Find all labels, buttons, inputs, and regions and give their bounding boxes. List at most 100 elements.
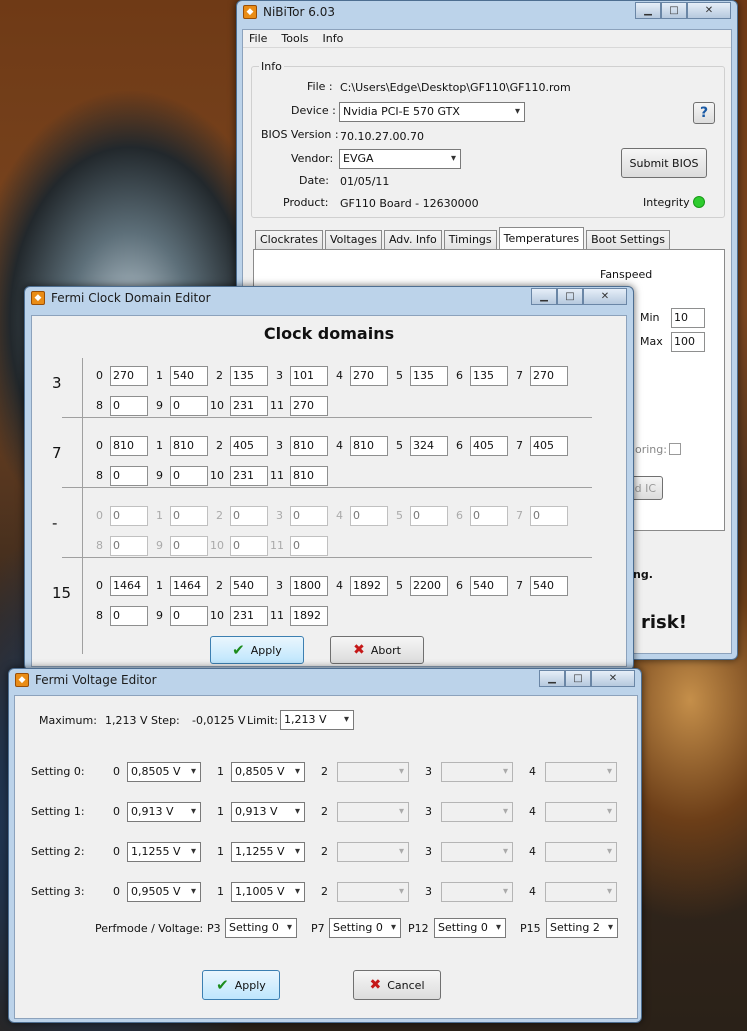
clock-value-input[interactable]: 0 — [170, 466, 208, 486]
abort-button[interactable]: ✖ Abort — [330, 636, 424, 664]
clock-value-input[interactable]: 270 — [350, 366, 388, 386]
clock-index-label: 10 — [210, 539, 224, 552]
clock-value-input[interactable]: 1892 — [350, 576, 388, 596]
minimize-button[interactable]: ▁ — [531, 288, 557, 305]
title-bar[interactable]: ◆ Fermi Clock Domain Editor ▁ □ ✕ — [25, 287, 633, 309]
voltage-select[interactable]: 1,1255 V — [127, 842, 201, 862]
monitoring-checkbox[interactable] — [669, 443, 681, 455]
clock-value-input[interactable]: 1800 — [290, 576, 328, 596]
close-button[interactable]: ✕ — [583, 288, 627, 305]
clock-value-input[interactable]: 540 — [170, 366, 208, 386]
clock-value-input[interactable]: 0 — [170, 396, 208, 416]
voltage-select[interactable]: 0,8505 V — [231, 762, 305, 782]
tab-adv-info[interactable]: Adv. Info — [383, 230, 442, 249]
menu-info[interactable]: Info — [323, 32, 344, 45]
clock-index-label: 9 — [156, 399, 163, 412]
fan-max-input[interactable]: 100 — [671, 332, 705, 352]
voltage-select[interactable]: 0,913 V — [127, 802, 201, 822]
clock-value-input[interactable]: 1464 — [110, 576, 148, 596]
clock-index-label: 1 — [156, 579, 163, 592]
row-divider — [62, 487, 592, 488]
perfmode-select[interactable]: Setting 0 — [434, 918, 506, 938]
menu-file[interactable]: File — [249, 32, 267, 45]
slot-index-label: 0 — [113, 805, 120, 818]
voltage-select — [337, 842, 409, 862]
voltage-select — [337, 882, 409, 902]
minimize-button[interactable]: ▁ — [539, 670, 565, 687]
clock-value-input[interactable]: 810 — [170, 436, 208, 456]
voltage-select[interactable]: 1,1255 V — [231, 842, 305, 862]
clock-value-input[interactable]: 231 — [230, 396, 268, 416]
clock-value-input[interactable]: 135 — [230, 366, 268, 386]
close-button[interactable]: ✕ — [687, 2, 731, 19]
tab-voltages[interactable]: Voltages — [324, 230, 382, 249]
clock-value-input: 0 — [110, 536, 148, 556]
vendor-select[interactable]: EVGA — [339, 149, 461, 169]
voltage-select[interactable]: 0,9505 V — [127, 882, 201, 902]
clock-value-input: 0 — [170, 506, 208, 526]
clock-value-input[interactable]: 231 — [230, 466, 268, 486]
clock-value-input[interactable]: 270 — [530, 366, 568, 386]
maximize-button[interactable]: □ — [661, 2, 687, 19]
tab-clockrates[interactable]: Clockrates — [255, 230, 323, 249]
title-bar[interactable]: ◆ NiBiTor 6.03 ▁ □ ✕ — [237, 1, 737, 23]
maximize-button[interactable]: □ — [565, 670, 591, 687]
voltage-select[interactable]: 0,8505 V — [127, 762, 201, 782]
clock-value-input[interactable]: 405 — [470, 436, 508, 456]
close-button[interactable]: ✕ — [591, 670, 635, 687]
clock-value-input[interactable]: 540 — [470, 576, 508, 596]
voltage-select — [441, 762, 513, 782]
clock-value-input[interactable]: 231 — [230, 606, 268, 626]
clock-value-input[interactable]: 1892 — [290, 606, 328, 626]
clock-value-input[interactable]: 810 — [350, 436, 388, 456]
tab-temperatures[interactable]: Temperatures — [498, 227, 585, 249]
voltage-select[interactable]: 1,1005 V — [231, 882, 305, 902]
title-bar[interactable]: ◆ Fermi Voltage Editor ▁ □ ✕ — [9, 669, 641, 691]
clock-value-input[interactable]: 810 — [110, 436, 148, 456]
clock-value-input[interactable]: 324 — [410, 436, 448, 456]
slot-index-label: 0 — [113, 765, 120, 778]
slot-index-label: 3 — [425, 805, 432, 818]
perfmode-select[interactable]: Setting 2 — [546, 918, 618, 938]
tab-boot-settings[interactable]: Boot Settings — [586, 230, 671, 249]
clock-value-input[interactable]: 540 — [530, 576, 568, 596]
clock-value-input[interactable]: 405 — [530, 436, 568, 456]
perfmode-select[interactable]: Setting 0 — [329, 918, 401, 938]
clock-value-input[interactable]: 810 — [290, 466, 328, 486]
clock-value-input[interactable]: 270 — [110, 366, 148, 386]
maximize-button[interactable]: □ — [557, 288, 583, 305]
cancel-button[interactable]: ✖ Cancel — [353, 970, 441, 1000]
clock-value-input[interactable]: 405 — [230, 436, 268, 456]
tab-timings[interactable]: Timings — [443, 230, 497, 249]
clock-value-input[interactable]: 810 — [290, 436, 328, 456]
clock-value-input[interactable]: 1464 — [170, 576, 208, 596]
fan-min-input[interactable]: 10 — [671, 308, 705, 328]
clock-value-input[interactable]: 0 — [110, 606, 148, 626]
clock-value-input[interactable]: 2200 — [410, 576, 448, 596]
perfmode-label: P3 — [207, 922, 221, 935]
apply-button[interactable]: ✔ Apply — [210, 636, 304, 664]
clock-value-input[interactable]: 135 — [410, 366, 448, 386]
clock-index-label: 3 — [276, 579, 283, 592]
clock-value-input[interactable]: 0 — [170, 606, 208, 626]
clock-value-input[interactable]: 0 — [110, 396, 148, 416]
limit-select[interactable]: 1,213 V — [280, 710, 354, 730]
slot-index-label: 1 — [217, 885, 224, 898]
device-select[interactable]: Nvidia PCI-E 570 GTX — [339, 102, 525, 122]
clock-value-input[interactable]: 101 — [290, 366, 328, 386]
submit-bios-button[interactable]: Submit BIOS — [621, 148, 707, 178]
clock-index-label: 11 — [270, 399, 284, 412]
clock-value-input[interactable]: 270 — [290, 396, 328, 416]
clock-value-input: 0 — [230, 536, 268, 556]
apply-button[interactable]: ✔ Apply — [202, 970, 280, 1000]
clock-value-input[interactable]: 135 — [470, 366, 508, 386]
minimize-button[interactable]: ▁ — [635, 2, 661, 19]
help-button[interactable]: ? — [693, 102, 715, 124]
clock-value-input[interactable]: 540 — [230, 576, 268, 596]
info-group-label: Info — [259, 60, 284, 73]
perfmode-select[interactable]: Setting 0 — [225, 918, 297, 938]
voltage-select[interactable]: 0,913 V — [231, 802, 305, 822]
menu-tools[interactable]: Tools — [281, 32, 308, 45]
clock-index-label: 4 — [336, 509, 343, 522]
clock-value-input[interactable]: 0 — [110, 466, 148, 486]
